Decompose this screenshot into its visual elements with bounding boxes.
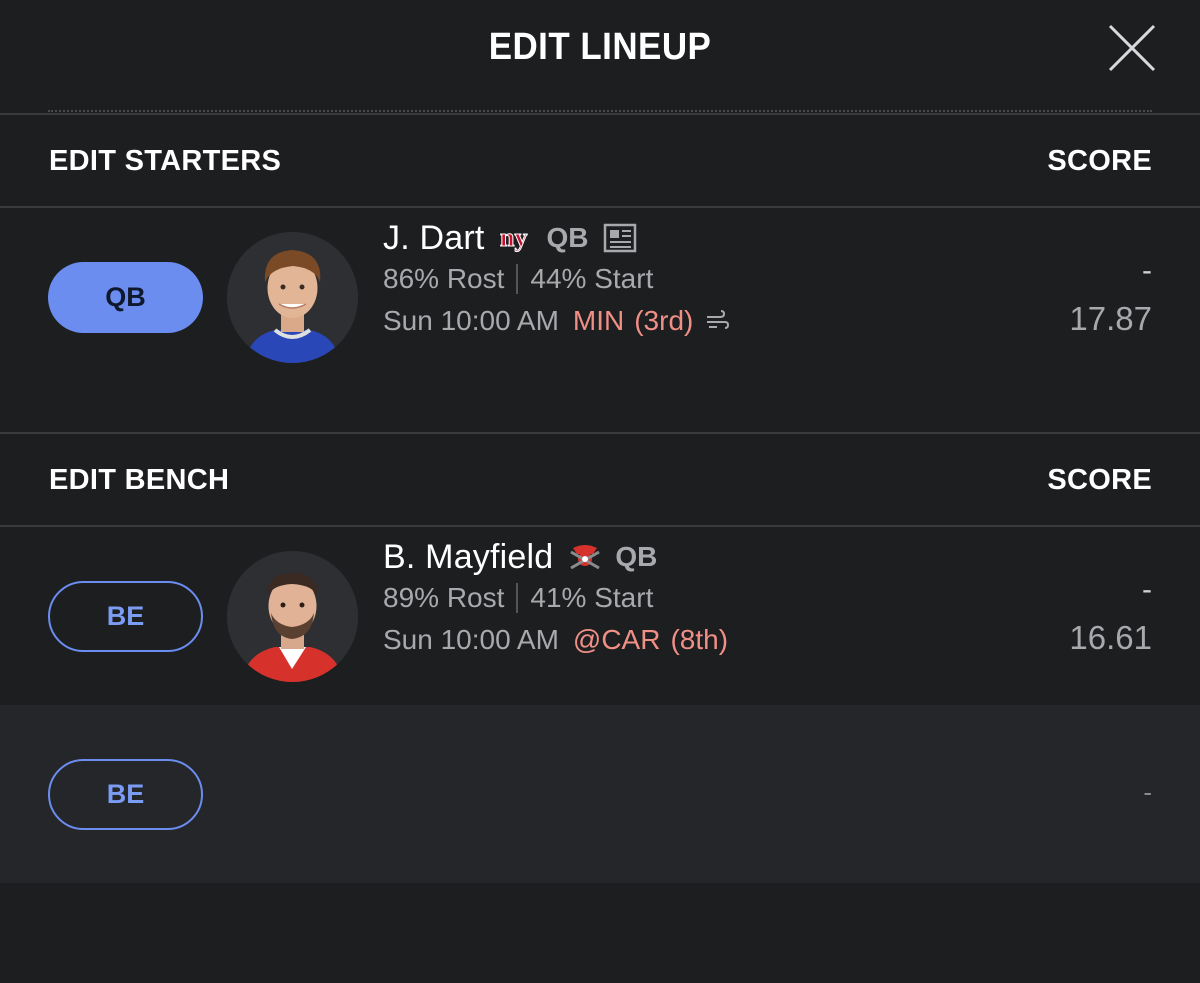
starter-row: QB J. Dart ny QB 86% Rost 44% Start Sun … bbox=[0, 208, 1200, 432]
player-name[interactable]: B. Mayfield bbox=[383, 538, 553, 577]
starters-score-label: SCORE bbox=[1047, 145, 1152, 177]
close-button[interactable] bbox=[1106, 22, 1158, 74]
bench-title: EDIT BENCH bbox=[49, 464, 230, 496]
game-line: Sun 10:00 AM @CAR (8th) bbox=[383, 624, 728, 656]
player-name[interactable]: J. Dart bbox=[383, 219, 485, 258]
ownership-line: 89% Rost 41% Start bbox=[383, 582, 653, 614]
player-photo bbox=[227, 551, 358, 682]
giants-logo-icon: ny bbox=[499, 224, 535, 252]
rost-pct: 89% Rost bbox=[383, 582, 505, 613]
opponent-rank: (8th) bbox=[670, 624, 729, 655]
opponent: @CAR bbox=[572, 624, 661, 655]
player-avatar[interactable] bbox=[227, 232, 358, 363]
player-avatar[interactable] bbox=[227, 551, 358, 682]
actual-score: - bbox=[1142, 573, 1152, 606]
separator bbox=[516, 264, 519, 294]
start-pct: 44% Start bbox=[530, 263, 654, 294]
opponent: MIN bbox=[572, 305, 625, 336]
opponent-rank: (3rd) bbox=[634, 305, 694, 336]
separator bbox=[516, 583, 519, 613]
game-time: Sun 10:00 AM bbox=[383, 305, 559, 336]
edit-lineup-modal: EDIT LINEUP EDIT STARTERS SCORE QB J. Da… bbox=[0, 0, 1200, 983]
wind-icon bbox=[705, 310, 730, 332]
news-icon[interactable] bbox=[603, 223, 637, 253]
header-divider bbox=[48, 110, 1152, 112]
modal-footer bbox=[0, 883, 1200, 983]
game-time: Sun 10:00 AM bbox=[383, 624, 559, 655]
player-position: QB bbox=[546, 222, 589, 253]
game-line: Sun 10:00 AM MIN (3rd) bbox=[383, 305, 730, 337]
player-position: QB bbox=[615, 541, 658, 572]
bench-row: BE B. Mayfield QB 89% Rost 41% Start Sun… bbox=[0, 527, 1200, 705]
start-pct: 41% Start bbox=[530, 582, 654, 613]
actual-score: - bbox=[1142, 254, 1152, 287]
slot-qb-button[interactable]: QB bbox=[48, 262, 203, 333]
player-photo bbox=[227, 232, 358, 363]
projected-score: 17.87 bbox=[1069, 300, 1152, 337]
rost-pct: 86% Rost bbox=[383, 263, 505, 294]
slot-be-button[interactable]: BE bbox=[48, 581, 203, 652]
starters-title: EDIT STARTERS bbox=[49, 145, 282, 177]
projected-score: 16.61 bbox=[1069, 619, 1152, 656]
player-name-line: B. Mayfield QB bbox=[383, 537, 657, 577]
modal-header: EDIT LINEUP bbox=[0, 0, 1200, 113]
starters-section-header: EDIT STARTERS SCORE bbox=[0, 115, 1200, 206]
svg-text:ny: ny bbox=[500, 224, 527, 252]
buccaneers-logo-icon bbox=[567, 542, 603, 572]
ownership-line: 86% Rost 44% Start bbox=[383, 263, 653, 295]
close-icon bbox=[1108, 24, 1156, 72]
player-name-line: J. Dart ny QB bbox=[383, 218, 637, 258]
modal-title: EDIT LINEUP bbox=[488, 26, 712, 68]
bench-score-label: SCORE bbox=[1047, 464, 1152, 496]
slot-be-button[interactable]: BE bbox=[48, 759, 203, 830]
bench-section-header: EDIT BENCH SCORE bbox=[0, 434, 1200, 525]
bench-row-empty: BE - bbox=[0, 705, 1200, 883]
empty-score: - bbox=[1143, 777, 1152, 807]
